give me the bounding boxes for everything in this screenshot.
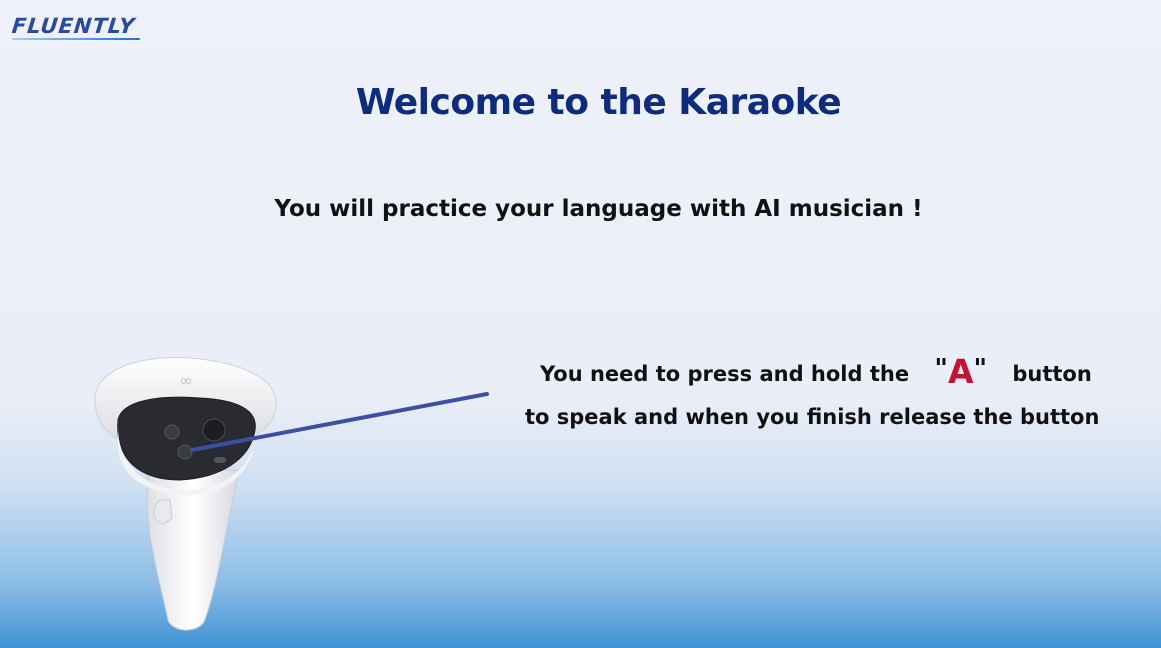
a-letter: A xyxy=(947,352,974,391)
controller-ring xyxy=(94,357,277,441)
controller-thumbstick xyxy=(202,418,226,442)
instruction-text-after: button xyxy=(1012,362,1092,386)
controller-menu-button xyxy=(214,457,226,463)
page-subtitle: You will practice your language with AI … xyxy=(274,196,923,222)
controller-face xyxy=(117,396,256,481)
a-button-label: "A" xyxy=(934,352,987,391)
controller-trigger xyxy=(153,499,173,525)
logo-underline xyxy=(12,38,140,40)
instruction-text-before: You need to press and hold the xyxy=(540,362,910,386)
controller-body xyxy=(118,430,255,495)
close-quote: " xyxy=(973,354,988,384)
open-quote: " xyxy=(934,354,948,384)
pointer-line xyxy=(190,392,489,452)
meta-logo-icon: ∞ xyxy=(179,371,192,390)
fluently-logo: FLUENTLY xyxy=(10,14,137,38)
instruction-line-2: to speak and when you finish release the… xyxy=(525,405,1100,429)
controller-b-button xyxy=(164,424,180,440)
page-title: Welcome to the Karaoke xyxy=(355,82,842,123)
instruction-line-1: You need to press and hold the "A" butto… xyxy=(540,350,1140,391)
controller-a-button xyxy=(177,444,193,460)
controller-handle xyxy=(146,469,241,631)
